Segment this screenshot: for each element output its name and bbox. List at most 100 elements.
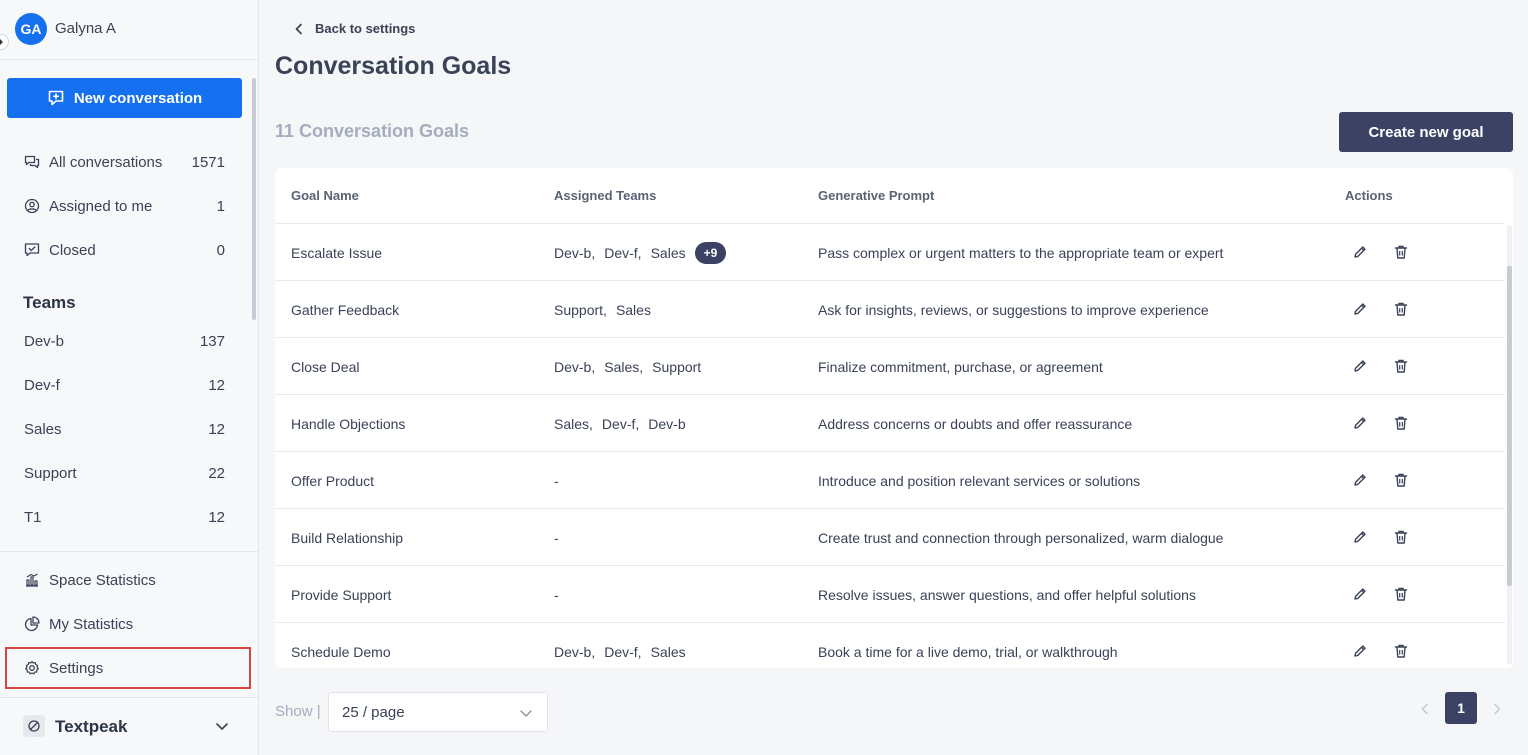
generative-prompt: Create trust and connection through pers… xyxy=(818,529,1224,546)
team-tag: - xyxy=(554,472,559,489)
trash-icon[interactable] xyxy=(1391,584,1411,604)
column-header-assigned-teams[interactable]: Assigned Teams xyxy=(554,188,656,203)
team-tag: Sales, xyxy=(554,415,593,432)
trash-icon[interactable] xyxy=(1391,242,1411,262)
trash-icon[interactable] xyxy=(1391,299,1411,319)
goals-count: 11 Conversation Goals xyxy=(275,121,470,141)
nav-count: 1571 xyxy=(191,153,225,171)
nav-my-statistics[interactable]: My Statistics xyxy=(0,606,250,642)
table-row[interactable]: Close Deal Dev-b, Sales, Support Finalize co… xyxy=(275,338,1505,395)
page-size-value: 25 / page xyxy=(342,703,405,721)
nav-closed[interactable]: Closed 0 xyxy=(0,232,250,268)
back-label: Back to settings xyxy=(315,21,416,36)
assigned-teams: Dev-b, Sales, Support xyxy=(554,338,710,395)
sidebar-divider xyxy=(0,551,258,552)
user-circle-icon xyxy=(24,198,40,214)
edit-icon[interactable] xyxy=(1350,527,1370,547)
table-header: Goal Name Assigned Teams Generative Prom… xyxy=(275,168,1505,224)
team-tag: Dev-f, xyxy=(601,415,640,432)
new-conversation-button[interactable]: New conversation xyxy=(7,78,242,118)
nav-assigned-to-me[interactable]: Assigned to me 1 xyxy=(0,188,250,224)
generative-prompt: Ask for insights, reviews, or suggestion… xyxy=(818,301,1209,318)
team-item-support[interactable]: Support 22 xyxy=(0,455,250,491)
team-tag: Sales xyxy=(650,643,686,660)
nav-label: Closed xyxy=(49,241,96,259)
team-count: 137 xyxy=(199,332,225,350)
team-tag: Dev-f, xyxy=(604,244,642,261)
workspace-switcher[interactable]: Textpeak xyxy=(0,697,258,755)
team-item-dev-b[interactable]: Dev-b 137 xyxy=(0,323,250,359)
page-size-select[interactable]: 25 / page xyxy=(328,692,548,732)
table-row[interactable]: Schedule Demo Dev-b, Dev-f, Sales Book a tim… xyxy=(275,623,1505,668)
team-tag: Sales xyxy=(615,301,651,318)
workspace-logo-icon xyxy=(23,715,45,737)
team-label: Support xyxy=(24,464,77,482)
page-title: Conversation Goals xyxy=(275,52,512,80)
team-label: T1 xyxy=(24,508,42,526)
teams-heading: Teams xyxy=(23,293,76,312)
new-conversation-label: New conversation xyxy=(73,89,203,107)
table-row[interactable]: Escalate Issue Dev-b, Dev-f, Sales +9 Pass co… xyxy=(275,224,1505,281)
trash-icon[interactable] xyxy=(1391,356,1411,376)
table-scrollbar-thumb[interactable] xyxy=(1507,266,1512,586)
table-row[interactable]: Handle Objections Sales, Dev-f, Dev-b Addres… xyxy=(275,395,1505,452)
generative-prompt: Resolve issues, answer questions, and of… xyxy=(818,586,1196,603)
workspace-name: Textpeak xyxy=(55,717,128,736)
more-teams-badge[interactable]: +9 xyxy=(694,241,727,264)
team-item-dev-f[interactable]: Dev-f 12 xyxy=(0,367,250,403)
column-header-actions: Actions xyxy=(1345,188,1393,203)
user-profile[interactable]: GA Galyna A xyxy=(0,0,258,60)
team-item-sales[interactable]: Sales 12 xyxy=(0,411,250,447)
assigned-teams: - xyxy=(554,452,568,509)
nav-label: My Statistics xyxy=(49,615,134,633)
assigned-teams: - xyxy=(554,509,568,566)
table-row[interactable]: Offer Product - Introduce and position rel… xyxy=(275,452,1505,509)
goal-name: Offer Product xyxy=(291,472,375,489)
team-tag: Dev-b, xyxy=(554,643,596,660)
trash-icon[interactable] xyxy=(1391,413,1411,433)
team-tag: Dev-b xyxy=(648,415,686,432)
goal-name: Handle Objections xyxy=(291,415,406,432)
team-item-t1[interactable]: T1 12 xyxy=(0,499,250,535)
next-page-button[interactable] xyxy=(1488,700,1506,718)
edit-icon[interactable] xyxy=(1350,242,1370,262)
team-label: Dev-f xyxy=(24,376,60,394)
edit-icon[interactable] xyxy=(1350,299,1370,319)
column-header-goal-name[interactable]: Goal Name xyxy=(291,188,359,203)
table-row[interactable]: Build Relationship - Create trust and conn… xyxy=(275,509,1505,566)
edit-icon[interactable] xyxy=(1350,356,1370,376)
chevron-left-icon xyxy=(295,23,302,34)
nav-label: Space Statistics xyxy=(49,571,156,589)
previous-page-button[interactable] xyxy=(1416,700,1434,718)
trash-icon[interactable] xyxy=(1391,470,1411,490)
chat-check-icon xyxy=(24,242,40,258)
table-row[interactable]: Provide Support - Resolve issues, answer q… xyxy=(275,566,1505,623)
team-tag: Dev-f, xyxy=(604,643,642,660)
sidebar-scrollbar[interactable] xyxy=(252,78,256,320)
assigned-teams: Dev-b, Dev-f, Sales +9 xyxy=(554,224,727,281)
trash-icon[interactable] xyxy=(1391,527,1411,547)
generative-prompt: Address concerns or doubts and offer rea… xyxy=(818,415,1133,432)
edit-icon[interactable] xyxy=(1350,584,1370,604)
page-number-button[interactable]: 1 xyxy=(1445,692,1477,724)
back-to-settings-link[interactable]: Back to settings xyxy=(293,21,415,36)
nav-count: 1 xyxy=(216,197,225,215)
table-row[interactable]: Gather Feedback Support, Sales Ask for insi… xyxy=(275,281,1505,338)
edit-icon[interactable] xyxy=(1350,641,1370,661)
nav-space-statistics[interactable]: Space Statistics xyxy=(0,562,250,598)
nav-label: Assigned to me xyxy=(49,197,153,215)
new-chat-icon xyxy=(48,90,64,106)
team-tag: - xyxy=(554,586,559,603)
pie-chart-icon xyxy=(24,616,40,632)
goal-name: Escalate Issue xyxy=(291,244,383,261)
create-new-goal-button[interactable]: Create new goal xyxy=(1339,112,1513,152)
column-header-generative-prompt[interactable]: Generative Prompt xyxy=(818,188,934,203)
assigned-teams: Dev-b, Dev-f, Sales xyxy=(554,623,695,668)
trash-icon[interactable] xyxy=(1391,641,1411,661)
team-tag: Support xyxy=(652,358,702,375)
bar-chart-icon xyxy=(24,572,40,588)
edit-icon[interactable] xyxy=(1350,413,1370,433)
assigned-teams: Support, Sales xyxy=(554,281,660,338)
edit-icon[interactable] xyxy=(1350,470,1370,490)
nav-all-conversations[interactable]: All conversations 1571 xyxy=(0,144,250,180)
